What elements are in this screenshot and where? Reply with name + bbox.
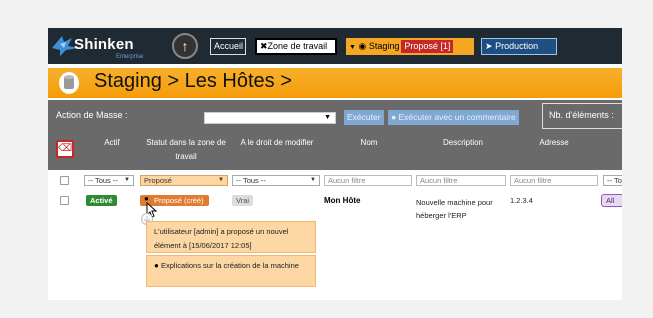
zone-travail-button[interactable]: ✖Zone de travail [255, 38, 337, 55]
chevron-down-icon: ▼ [218, 177, 224, 183]
table-row[interactable]: Activé Proposé (créé) ● Vrai Mon Hôte No… [48, 190, 622, 300]
chevron-down-icon: ▼ [324, 114, 331, 121]
chevron-down-icon: ▼ [124, 177, 130, 183]
accueil-button[interactable]: Accueil [210, 38, 246, 55]
filter-actif-select[interactable]: -- Tous -- ▼ [84, 175, 134, 186]
app-frame: Shinken Enterprise ↑ Accueil ✖Zone de tr… [48, 28, 622, 300]
database-icon [59, 72, 79, 94]
host-name-cell[interactable]: Mon Hôte [324, 196, 360, 205]
column-header-adresse[interactable]: Adresse [510, 136, 598, 150]
select-all-checkbox[interactable] [60, 176, 69, 185]
host-address-cell: 1.2.3.4 [510, 196, 533, 205]
column-header-actif[interactable]: Actif [92, 136, 132, 150]
production-label: Production [495, 41, 539, 51]
staging-label: Staging [368, 41, 400, 51]
mass-action-select[interactable]: ▼ [204, 112, 336, 124]
filter-droit-value: -- Tous -- [236, 176, 266, 185]
database-icon: ◉ [358, 41, 367, 51]
tooltip-proposal-info: L'utilisateur [admin] a proposé un nouve… [146, 221, 316, 253]
zone-travail-label: Zone de travail [267, 41, 328, 51]
filter-statut-select[interactable]: Proposé ▼ [140, 175, 228, 186]
eraser-icon: ⌫ [58, 143, 73, 154]
filter-row: -- Tous -- ▼ Proposé ▼ -- Tous -- ▼ Aucun f… [48, 170, 622, 190]
execute-with-comment-label: Exécuter avec un commentaire [398, 112, 516, 122]
logo-subtitle: Enterprise [116, 54, 144, 60]
tooltip-comment-text: Explications sur la création de la machi… [160, 261, 299, 270]
can-edit-badge: Vrai [232, 195, 254, 206]
logo-text: Shinken [74, 36, 134, 53]
filter-nom-input[interactable]: Aucun filtre [324, 175, 412, 186]
nb-elements-box: Nb. d'éléments : [542, 103, 622, 129]
filter-actif-value: -- Tous -- [88, 176, 118, 185]
tools-icon: ✖ [260, 41, 268, 51]
mass-action-bar: Action de Masse : ▼ Exécuter ● Exécuter … [48, 100, 622, 132]
active-status-badge[interactable]: Activé [86, 195, 117, 206]
filter-adresse-input[interactable]: Aucun filtre [510, 175, 598, 186]
column-header-droit[interactable]: A le droit de modifier [234, 136, 320, 150]
execute-with-comment-button[interactable]: ● Exécuter avec un commentaire [388, 110, 519, 125]
staging-proposed-badge: Proposé [1] [401, 40, 454, 53]
up-arrow-icon: ↑ [181, 38, 189, 54]
column-header-statut[interactable]: Statut dans la zone de travail [138, 136, 234, 164]
page-title: Staging > Les Hôtes > [94, 70, 292, 92]
row-checkbox[interactable] [60, 196, 69, 205]
staging-button[interactable]: ▼ ◉ Staging Proposé [1] [346, 38, 474, 55]
up-arrow-button[interactable]: ↑ [172, 33, 198, 59]
comment-icon: ● [154, 261, 159, 270]
execute-button[interactable]: Exécuter [344, 110, 384, 125]
host-description-cell: Nouvelle machine pour héberger l'ERP [416, 198, 493, 220]
filter-extra-value: -- To [607, 176, 622, 185]
table-header: ⌫ Actif Statut dans la zone de travail A… [48, 132, 622, 170]
caret-down-icon: ▼ [349, 44, 356, 51]
arrow-circle-icon: ➤ [485, 41, 493, 51]
tooltip-comment: ● Explications sur la création de la mac… [146, 255, 316, 287]
column-header-description[interactable]: Description [416, 136, 510, 150]
mass-action-label: Action de Masse : [56, 110, 128, 120]
filter-droit-select[interactable]: -- Tous -- ▼ [232, 175, 320, 186]
production-button[interactable]: ➤ Production [481, 38, 557, 55]
nb-elements-label: Nb. d'éléments : [549, 110, 614, 120]
clear-filters-button[interactable]: ⌫ [56, 140, 74, 158]
extra-badge: All [601, 194, 622, 207]
top-nav-bar: Shinken Enterprise ↑ Accueil ✖Zone de tr… [48, 28, 622, 64]
comment-icon: ● [391, 112, 397, 122]
filter-statut-value: Proposé [144, 176, 172, 185]
shinken-logo[interactable]: Shinken Enterprise [50, 32, 162, 60]
chevron-down-icon: ▼ [310, 177, 316, 183]
column-header-nom[interactable]: Nom [324, 136, 414, 150]
page-title-bar: Staging > Les Hôtes > [48, 68, 622, 98]
filter-description-input[interactable]: Aucun filtre [416, 175, 506, 186]
filter-extra-select[interactable]: -- To [603, 175, 622, 186]
